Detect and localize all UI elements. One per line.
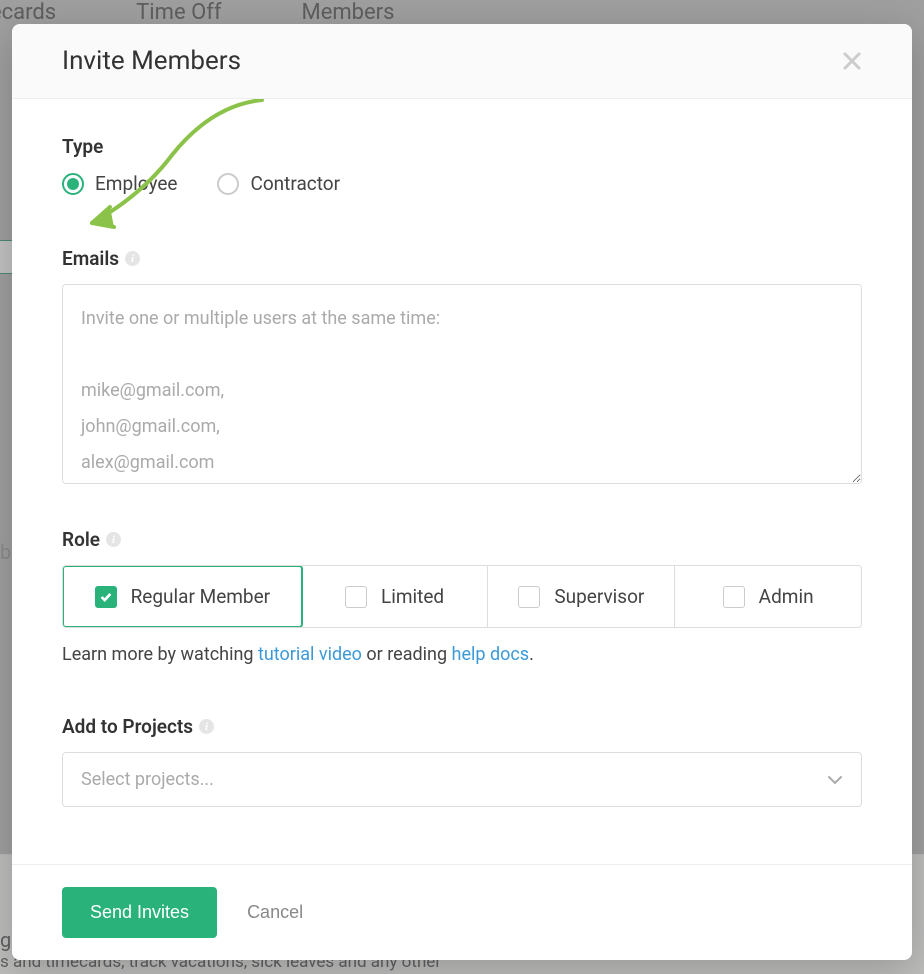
- role-cell-label: Admin: [759, 585, 814, 608]
- emails-textarea[interactable]: [62, 284, 862, 484]
- close-icon[interactable]: [842, 51, 862, 71]
- tutorial-video-link[interactable]: tutorial video: [258, 644, 362, 665]
- role-supervisor[interactable]: Supervisor: [488, 566, 675, 627]
- radio-label: Contractor: [250, 172, 340, 195]
- invite-members-modal: Invite Members Type Employee Contractor: [12, 24, 912, 960]
- modal-body: Type Employee Contractor Emails i Role i: [12, 99, 912, 864]
- role-grid: Regular Member Limited Supervisor: [62, 565, 862, 628]
- modal-footer: Send Invites Cancel: [12, 864, 912, 960]
- radio-employee[interactable]: Employee: [62, 172, 177, 195]
- radio-contractor[interactable]: Contractor: [217, 172, 340, 195]
- info-icon[interactable]: i: [125, 251, 140, 266]
- type-radio-group: Employee Contractor: [62, 172, 862, 195]
- emails-label: Emails i: [62, 247, 862, 270]
- checkbox-icon: [95, 586, 117, 608]
- projects-select[interactable]: Select projects...: [62, 752, 862, 807]
- projects-label: Add to Projects i: [62, 715, 862, 738]
- role-section: Role i Regular Member Limited: [62, 528, 862, 665]
- role-cell-label: Limited: [381, 585, 444, 608]
- role-cell-label: Supervisor: [554, 585, 644, 608]
- info-icon[interactable]: i: [199, 719, 214, 734]
- annotation-arrow-icon: [72, 99, 272, 235]
- role-cell-label: Regular Member: [131, 585, 271, 608]
- projects-section: Add to Projects i Select projects...: [62, 715, 862, 807]
- role-regular-member[interactable]: Regular Member: [62, 565, 303, 628]
- radio-icon: [217, 173, 239, 195]
- type-label: Type: [62, 135, 862, 158]
- cancel-button[interactable]: Cancel: [247, 902, 303, 923]
- checkbox-icon: [518, 586, 540, 608]
- info-icon[interactable]: i: [106, 532, 121, 547]
- checkbox-icon: [723, 586, 745, 608]
- role-limited[interactable]: Limited: [302, 566, 489, 627]
- radio-label: Employee: [95, 172, 177, 195]
- emails-section: Emails i: [62, 247, 862, 488]
- role-admin[interactable]: Admin: [675, 566, 861, 627]
- send-invites-button[interactable]: Send Invites: [62, 887, 217, 938]
- modal-header: Invite Members: [12, 24, 912, 99]
- modal-title: Invite Members: [62, 46, 241, 76]
- help-docs-link[interactable]: help docs: [452, 644, 530, 665]
- role-label: Role i: [62, 528, 862, 551]
- chevron-down-icon: [827, 772, 843, 788]
- help-text: Learn more by watching tutorial video or…: [62, 644, 862, 665]
- checkbox-icon: [345, 586, 367, 608]
- radio-icon: [62, 173, 84, 195]
- projects-placeholder: Select projects...: [81, 769, 214, 790]
